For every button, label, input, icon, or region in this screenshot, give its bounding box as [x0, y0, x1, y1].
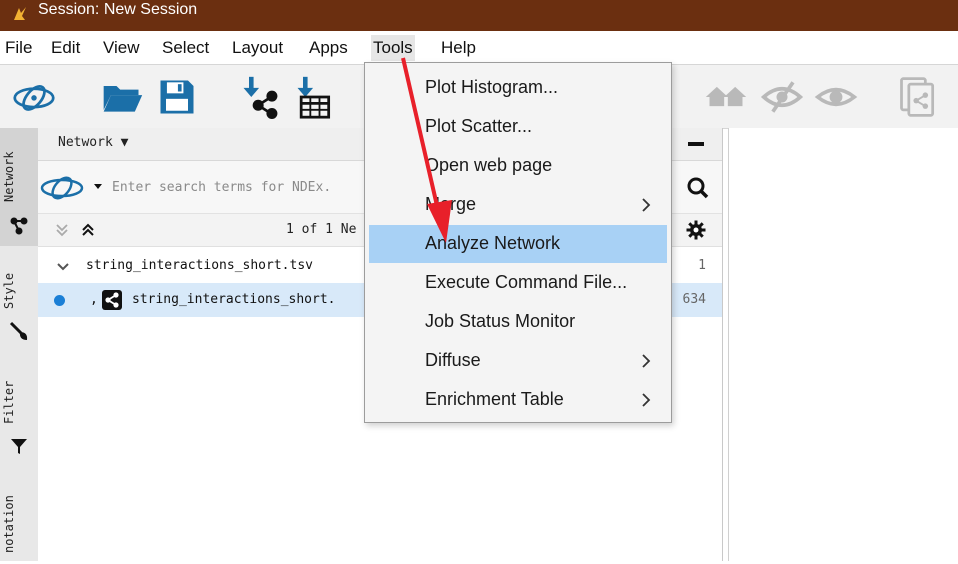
filter-icon	[11, 439, 27, 454]
network-node-count: 634	[682, 292, 706, 307]
cytoscape-app-icon	[14, 7, 26, 20]
network-row-prefix: ,	[90, 292, 98, 307]
menu-item-label: Plot Scatter...	[425, 116, 533, 136]
submenu-arrow-icon	[642, 393, 651, 407]
collection-name: string_interactions_short.tsv	[86, 258, 313, 273]
menu-file[interactable]: File	[3, 35, 34, 61]
search-icon[interactable]	[686, 176, 710, 200]
collapse-all-icon[interactable]	[80, 222, 96, 238]
menu-tools[interactable]: Tools	[371, 35, 415, 61]
show-icon[interactable]	[814, 75, 858, 119]
network-view-icon	[102, 290, 122, 310]
open-folder-icon[interactable]	[100, 75, 144, 119]
expand-all-icon[interactable]	[54, 222, 70, 238]
import-table-icon[interactable]	[292, 75, 336, 119]
menu-item-label: Analyze Network	[425, 233, 561, 253]
menu-item-merge[interactable]: Merge	[369, 186, 667, 224]
menu-bar: File Edit View Select Layout Apps Tools …	[0, 31, 958, 64]
menu-item-label: Enrichment Table	[425, 389, 564, 409]
menu-help[interactable]: Help	[439, 35, 478, 61]
network-name: string_interactions_short.	[132, 292, 336, 307]
network-count-text: 1 of 1 Ne	[286, 222, 357, 237]
menu-edit[interactable]: Edit	[49, 35, 82, 61]
minimize-icon[interactable]	[688, 142, 704, 146]
network-view-area[interactable]	[728, 128, 958, 561]
gear-icon[interactable]	[686, 220, 706, 240]
import-network-icon[interactable]	[238, 75, 282, 119]
ndex-icon[interactable]	[12, 75, 56, 119]
submenu-arrow-icon	[642, 198, 651, 212]
network-icon	[10, 217, 28, 235]
menu-view[interactable]: View	[101, 35, 142, 61]
current-network-dot	[54, 295, 65, 306]
tab-network[interactable]: Network	[0, 128, 38, 246]
export-network-icon[interactable]	[896, 75, 940, 119]
tab-network-label: Network	[2, 151, 16, 203]
menu-item-label: Job Status Monitor	[425, 311, 576, 331]
menu-item-label: Merge	[425, 194, 477, 214]
save-icon[interactable]	[155, 75, 199, 119]
tools-menu-dropdown: Plot Histogram... Plot Scatter... Open w…	[364, 62, 672, 423]
menu-item-plot-histogram[interactable]: Plot Histogram...	[369, 69, 667, 107]
menu-item-label: Plot Histogram...	[425, 77, 559, 97]
menu-item-label: Diffuse	[425, 350, 481, 370]
tab-filter[interactable]: Filter	[0, 368, 38, 468]
chevron-down-icon[interactable]	[56, 261, 70, 273]
tab-annotation-label: notation	[2, 495, 16, 553]
menu-apps[interactable]: Apps	[307, 35, 350, 61]
ndex-search-input[interactable]	[110, 174, 364, 200]
menu-item-execute-command-file[interactable]: Execute Command File...	[369, 264, 667, 302]
menu-item-diffuse[interactable]: Diffuse	[369, 342, 667, 380]
menu-item-plot-scatter[interactable]: Plot Scatter...	[369, 108, 667, 146]
menu-select[interactable]: Select	[160, 35, 211, 61]
hide-icon[interactable]	[760, 75, 804, 119]
control-panel-tabs: Network Style Filter notation	[0, 128, 39, 561]
network-panel-title[interactable]: Network ▼	[58, 135, 128, 150]
menu-item-enrichment-table[interactable]: Enrichment Table	[369, 381, 667, 419]
submenu-arrow-icon	[642, 354, 651, 368]
title-bar: Session: New Session	[0, 0, 958, 31]
menu-item-label: Open web page	[425, 155, 553, 175]
tab-annotation[interactable]: notation	[0, 478, 38, 561]
window-title: Session: New Session	[38, 1, 198, 18]
brush-icon	[9, 321, 28, 340]
menu-item-open-web-page[interactable]: Open web page	[369, 147, 667, 185]
collection-count: 1	[698, 258, 706, 273]
menu-item-analyze-network[interactable]: Analyze Network	[369, 225, 667, 263]
menu-layout[interactable]: Layout	[230, 35, 285, 61]
home-icon[interactable]	[704, 75, 748, 119]
menu-item-label: Execute Command File...	[425, 272, 628, 292]
search-source-dropdown-icon[interactable]	[94, 184, 102, 189]
tab-style[interactable]: Style	[0, 256, 38, 356]
tab-style-label: Style	[2, 272, 16, 310]
menu-item-job-status-monitor[interactable]: Job Status Monitor	[369, 303, 667, 341]
tab-filter-label: Filter	[2, 380, 16, 424]
ndex-search-icon[interactable]	[40, 174, 90, 200]
